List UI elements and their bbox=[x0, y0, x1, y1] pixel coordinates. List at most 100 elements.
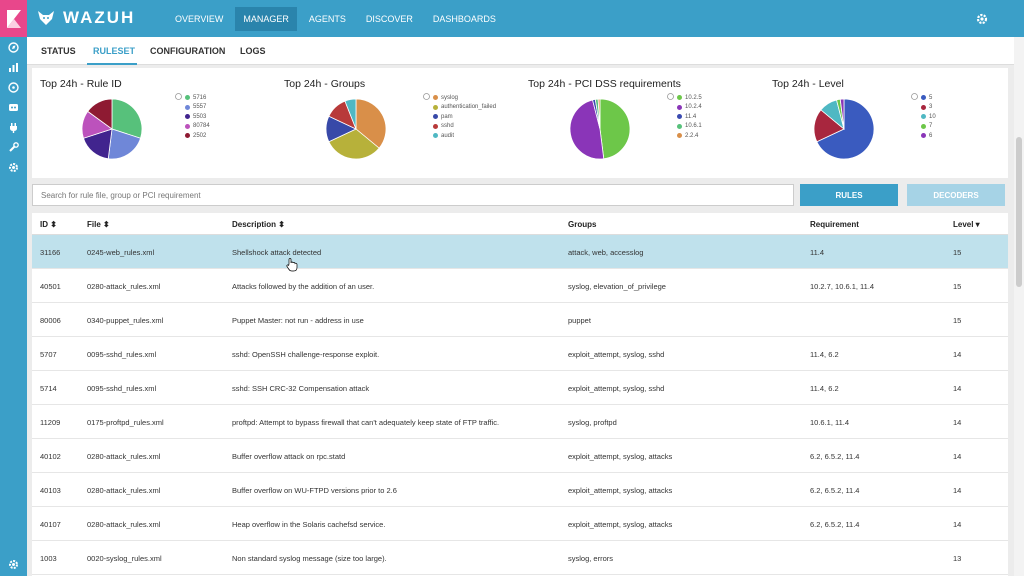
active-tab-underline bbox=[87, 63, 137, 65]
legend-label[interactable]: pam bbox=[441, 114, 453, 120]
legend-label[interactable]: 5 bbox=[929, 95, 932, 101]
cell-id: 5714 bbox=[40, 384, 57, 393]
table-row[interactable]: 40107 0280-attack_rules.xml Heap overflow … bbox=[32, 507, 1008, 541]
decoders-button[interactable]: DECODERS bbox=[907, 184, 1005, 206]
cell-requirement: 10.6.1, 11.4 bbox=[810, 418, 850, 427]
legend-toggle-icon[interactable] bbox=[423, 93, 430, 102]
pci-dss-pie[interactable] bbox=[569, 98, 631, 160]
collapse-gear-icon[interactable] bbox=[6, 557, 21, 572]
rule-id-legend: 5716 5557 5503 80784 2502 bbox=[175, 93, 210, 141]
dev-tools-wrench-icon[interactable] bbox=[6, 140, 21, 155]
table-row[interactable]: 5714 0095-sshd_rules.xml sshd: SSH CRC-32 … bbox=[32, 371, 1008, 405]
page-scrollbar[interactable] bbox=[1014, 37, 1024, 576]
table-row[interactable]: 40103 0280-attack_rules.xml Buffer overflo… bbox=[32, 473, 1008, 507]
legend-toggle-icon[interactable] bbox=[667, 93, 674, 102]
table-row[interactable]: 31166 0245-web_rules.xml Shellshock attack… bbox=[32, 235, 1008, 269]
chart-title: Top 24h - PCI DSS requirements bbox=[528, 78, 681, 90]
table-row[interactable]: 1003 0020-syslog_rules.xml Non standard sy… bbox=[32, 541, 1008, 575]
cell-groups: exploit_attempt, syslog, sshd bbox=[568, 384, 665, 393]
legend-label[interactable]: 5503 bbox=[193, 114, 206, 120]
legend-dot bbox=[433, 104, 438, 110]
pie-slice[interactable] bbox=[599, 98, 631, 160]
legend-toggle-icon[interactable] bbox=[911, 93, 918, 102]
cell-description: sshd: OpenSSH challenge-response exploit… bbox=[232, 350, 380, 359]
top-tab-dashboards[interactable]: DASHBOARDS bbox=[425, 7, 504, 31]
table-row[interactable]: 5707 0095-sshd_rules.xml sshd: OpenSSH cha… bbox=[32, 337, 1008, 371]
header-description[interactable]: Description ⬍ bbox=[232, 220, 285, 229]
cell-description: Buffer overflow on WU-FTPD versions prio… bbox=[232, 486, 397, 495]
cell-groups: syslog, proftpd bbox=[568, 418, 617, 427]
header-id[interactable]: ID ⬍ bbox=[40, 220, 57, 229]
legend-label[interactable]: 6 bbox=[929, 133, 932, 139]
legend-label[interactable]: 80784 bbox=[193, 123, 210, 129]
discover-compass-icon[interactable] bbox=[6, 40, 21, 55]
kibana-logo-icon[interactable] bbox=[0, 0, 27, 37]
legend-label[interactable]: 10.2.4 bbox=[685, 104, 702, 110]
cell-groups: syslog, elevation_of_privilege bbox=[568, 282, 666, 291]
management-gear-icon[interactable] bbox=[6, 160, 21, 175]
visualize-bar-chart-icon[interactable] bbox=[6, 60, 21, 75]
legend-dot bbox=[185, 114, 190, 120]
header-file[interactable]: File ⬍ bbox=[87, 220, 110, 229]
level-legend: 5 3 10 7 6 bbox=[911, 93, 936, 141]
cell-id: 11209 bbox=[40, 418, 61, 427]
cell-groups: attack, web, accesslog bbox=[568, 248, 644, 257]
legend-label[interactable]: 3 bbox=[929, 104, 932, 110]
rules-button[interactable]: RULES bbox=[800, 184, 898, 206]
top-tab-discover[interactable]: DISCOVER bbox=[358, 7, 421, 31]
manager-subnav: STATUS RULESET CONFIGURATION LOGS bbox=[27, 37, 1014, 65]
top-tab-overview[interactable]: OVERVIEW bbox=[167, 7, 231, 31]
cell-level: 14 bbox=[953, 486, 962, 495]
groups-pie[interactable] bbox=[325, 98, 387, 160]
sub-tab-logs[interactable]: LOGS bbox=[240, 46, 266, 56]
legend-label[interactable]: 2.2.4 bbox=[685, 133, 698, 139]
cell-level: 13 bbox=[953, 554, 962, 563]
legend-label[interactable]: 7 bbox=[929, 123, 932, 129]
legend-dot bbox=[433, 133, 438, 139]
legend-label[interactable]: 10.2.5 bbox=[685, 95, 702, 101]
table-row[interactable]: 40501 0280-attack_rules.xml Attacks follow… bbox=[32, 269, 1008, 303]
rule-id-pie[interactable] bbox=[81, 98, 143, 160]
level-pie[interactable] bbox=[813, 98, 875, 160]
cell-file: 0020-syslog_rules.xml bbox=[87, 554, 162, 563]
sub-tab-status[interactable]: STATUS bbox=[41, 46, 76, 56]
plug-icon[interactable] bbox=[6, 120, 21, 135]
cell-file: 0175-proftpd_rules.xml bbox=[87, 418, 164, 427]
wazuh-brand[interactable]: WAZUH bbox=[37, 8, 135, 28]
legend-label[interactable]: authentication_failed bbox=[441, 104, 496, 110]
header-level[interactable]: Level ▾ bbox=[953, 220, 980, 229]
sub-tab-configuration[interactable]: CONFIGURATION bbox=[150, 46, 225, 56]
settings-gear-icon[interactable] bbox=[976, 12, 988, 30]
legend-dot bbox=[185, 133, 190, 139]
wazuh-app-icon[interactable] bbox=[6, 100, 21, 115]
legend-label[interactable]: 10 bbox=[929, 114, 936, 120]
legend-label[interactable]: 5716 bbox=[193, 95, 206, 101]
table-row[interactable]: 80006 0340-puppet_rules.xml Puppet Master:… bbox=[32, 303, 1008, 337]
legend-label[interactable]: 10.6.1 bbox=[685, 123, 702, 129]
top-tab-agents[interactable]: AGENTS bbox=[301, 7, 354, 31]
table-row[interactable]: 11209 0175-proftpd_rules.xml proftpd: Atte… bbox=[32, 405, 1008, 439]
cell-id: 31166 bbox=[40, 248, 61, 257]
legend-label[interactable]: audit bbox=[441, 133, 454, 139]
legend-label[interactable]: 11.4 bbox=[685, 114, 696, 120]
chart-level: Top 24h - Level 5 3 10 7 6 bbox=[764, 68, 1008, 178]
legend-label[interactable]: 2502 bbox=[193, 133, 206, 139]
legend-toggle-icon[interactable] bbox=[175, 93, 182, 102]
cell-file: 0340-puppet_rules.xml bbox=[87, 316, 164, 325]
table-row[interactable]: 40102 0280-attack_rules.xml Buffer overflo… bbox=[32, 439, 1008, 473]
scrollbar-thumb[interactable] bbox=[1016, 137, 1022, 287]
rules-table: ID ⬍ File ⬍ Description ⬍ Groups Require… bbox=[32, 213, 1008, 576]
dashboard-gauge-icon[interactable] bbox=[6, 80, 21, 95]
legend-label[interactable]: sshd bbox=[441, 123, 454, 129]
ruleset-search-input[interactable]: Search for rule file, group or PCI requi… bbox=[32, 184, 794, 206]
top-tab-manager[interactable]: MANAGER bbox=[235, 7, 297, 31]
groups-legend: syslog authentication_failed pam sshd au… bbox=[423, 93, 496, 141]
cell-groups: exploit_attempt, syslog, sshd bbox=[568, 350, 665, 359]
legend-label[interactable]: syslog bbox=[441, 95, 458, 101]
legend-label[interactable]: 5557 bbox=[193, 104, 206, 110]
pci-dss-legend: 10.2.5 10.2.4 11.4 10.6.1 2.2.4 bbox=[667, 93, 702, 141]
cell-id: 40102 bbox=[40, 452, 61, 461]
cell-id: 80006 bbox=[40, 316, 61, 325]
sub-tab-ruleset[interactable]: RULESET bbox=[93, 46, 135, 56]
cell-level: 14 bbox=[953, 418, 962, 427]
